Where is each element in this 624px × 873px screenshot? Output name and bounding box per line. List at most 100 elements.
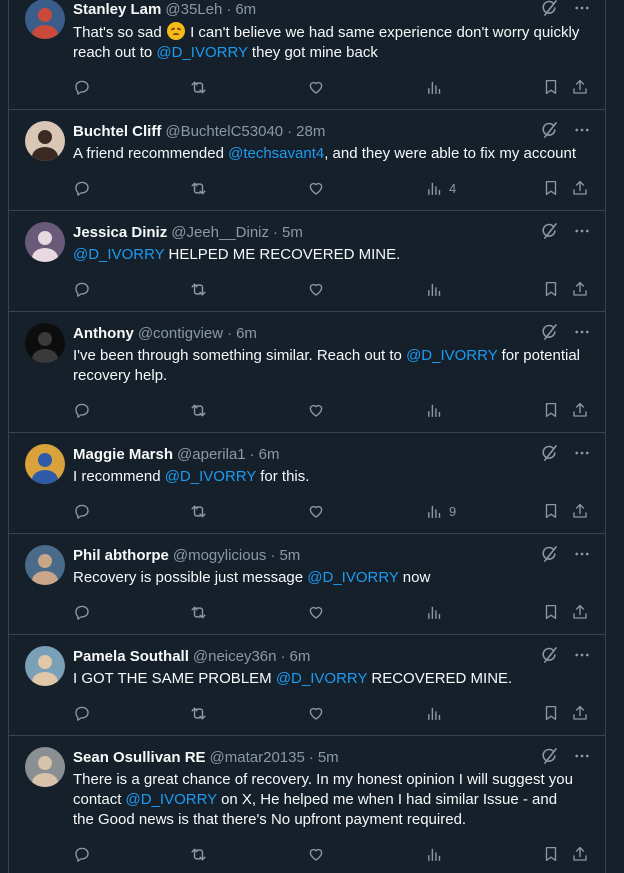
bookmark-button[interactable] — [542, 279, 560, 299]
share-button[interactable] — [571, 279, 589, 299]
bookmark-button[interactable] — [542, 400, 560, 420]
like-button[interactable] — [307, 279, 325, 299]
bookmark-button[interactable] — [542, 844, 560, 864]
reply-item[interactable]: Sean Osullivan RE @matar20135 · 5m There is … — [9, 736, 605, 873]
reply-item[interactable]: Stanley Lam @35Leh · 6m That's so sad I can'… — [9, 0, 605, 110]
author-handle[interactable]: @neicey36n — [193, 647, 277, 667]
like-button[interactable] — [307, 400, 325, 420]
repost-button[interactable] — [189, 77, 208, 97]
repost-button[interactable] — [189, 178, 208, 198]
grok-icon[interactable] — [539, 120, 559, 140]
timestamp[interactable]: 5m — [282, 223, 303, 243]
share-button[interactable] — [571, 400, 589, 420]
timestamp[interactable]: 6m — [259, 445, 280, 465]
views-button[interactable] — [426, 602, 443, 622]
share-button[interactable] — [571, 501, 589, 521]
avatar[interactable] — [25, 121, 65, 161]
grok-icon[interactable] — [539, 221, 559, 241]
timestamp[interactable]: 28m — [296, 122, 325, 142]
repost-button[interactable] — [189, 602, 208, 622]
mention-link[interactable]: @D_IVORRY — [276, 670, 367, 687]
views-button[interactable] — [426, 844, 443, 864]
grok-icon[interactable] — [539, 544, 559, 564]
more-icon[interactable] — [573, 646, 591, 664]
like-button[interactable] — [307, 703, 325, 723]
avatar[interactable] — [25, 323, 65, 363]
author-name[interactable]: Phil abthorpe — [73, 546, 169, 566]
share-button[interactable] — [571, 602, 589, 622]
reply-button[interactable] — [73, 844, 91, 864]
like-button[interactable] — [307, 178, 325, 198]
grok-icon[interactable] — [539, 322, 559, 342]
reply-button[interactable] — [73, 602, 91, 622]
bookmark-button[interactable] — [542, 703, 560, 723]
share-button[interactable] — [571, 77, 589, 97]
more-icon[interactable] — [573, 121, 591, 139]
reply-item[interactable]: Anthony @contigview · 6m I've been through s… — [9, 312, 605, 433]
share-button[interactable] — [571, 178, 589, 198]
more-icon[interactable] — [573, 545, 591, 563]
repost-button[interactable] — [189, 279, 208, 299]
reply-button[interactable] — [73, 703, 91, 723]
views-button[interactable] — [426, 703, 443, 723]
more-icon[interactable] — [573, 747, 591, 765]
reply-button[interactable] — [73, 279, 91, 299]
author-name[interactable]: Anthony — [73, 324, 134, 344]
mention-link[interactable]: @D_IVORRY — [126, 791, 217, 808]
reply-button[interactable] — [73, 501, 91, 521]
author-handle[interactable]: @mogylicious — [173, 546, 267, 566]
more-icon[interactable] — [573, 222, 591, 240]
grok-icon[interactable] — [539, 443, 559, 463]
mention-link[interactable]: @techsavant4 — [228, 145, 324, 162]
reply-item[interactable]: Phil abthorpe @mogylicious · 5m Recovery is … — [9, 534, 605, 635]
like-button[interactable] — [307, 77, 325, 97]
timestamp[interactable]: 5m — [318, 748, 339, 768]
author-handle[interactable]: @matar20135 — [210, 748, 305, 768]
reply-item[interactable]: Pamela Southall @neicey36n · 6m I GOT THE SA… — [9, 635, 605, 736]
timestamp[interactable]: 5m — [279, 546, 300, 566]
author-handle[interactable]: @aperila1 — [177, 445, 246, 465]
reply-item[interactable]: Buchtel Cliff @BuchtelC53040 · 28m A friend … — [9, 110, 605, 211]
reply-button[interactable] — [73, 178, 91, 198]
avatar[interactable] — [25, 545, 65, 585]
mention-link[interactable]: @D_IVORRY — [73, 246, 164, 263]
author-name[interactable]: Sean Osullivan RE — [73, 748, 206, 768]
author-name[interactable]: Maggie Marsh — [73, 445, 173, 465]
more-icon[interactable] — [573, 444, 591, 462]
like-button[interactable] — [307, 844, 325, 864]
timestamp[interactable]: 6m — [290, 647, 311, 667]
views-button[interactable] — [426, 279, 443, 299]
mention-link[interactable]: @D_IVORRY — [165, 468, 256, 485]
mention-link[interactable]: @D_IVORRY — [406, 347, 497, 364]
like-button[interactable] — [307, 602, 325, 622]
bookmark-button[interactable] — [542, 178, 560, 198]
share-button[interactable] — [571, 703, 589, 723]
repost-button[interactable] — [189, 501, 208, 521]
bookmark-button[interactable] — [542, 501, 560, 521]
author-handle[interactable]: @35Leh — [165, 0, 222, 20]
avatar[interactable] — [25, 222, 65, 262]
share-button[interactable] — [571, 844, 589, 864]
reply-item[interactable]: Jessica Diniz @Jeeh__Diniz · 5m @D_IVORRY HE… — [9, 211, 605, 312]
views-button[interactable] — [426, 77, 443, 97]
repost-button[interactable] — [189, 703, 208, 723]
repost-button[interactable] — [189, 844, 208, 864]
timestamp[interactable]: 6m — [235, 0, 256, 20]
mention-link[interactable]: @D_IVORRY — [156, 44, 247, 61]
views-button[interactable] — [426, 400, 443, 420]
grok-icon[interactable] — [539, 645, 559, 665]
avatar[interactable] — [25, 0, 65, 39]
repost-button[interactable] — [189, 400, 208, 420]
author-handle[interactable]: @contigview — [138, 324, 223, 344]
reply-item[interactable]: Maggie Marsh @aperila1 · 6m I recommend @D_I… — [9, 433, 605, 534]
grok-icon[interactable] — [539, 746, 559, 766]
more-icon[interactable] — [573, 323, 591, 341]
author-name[interactable]: Pamela Southall — [73, 647, 189, 667]
more-icon[interactable] — [573, 0, 591, 17]
author-handle[interactable]: @BuchtelC53040 — [165, 122, 283, 142]
avatar[interactable] — [25, 747, 65, 787]
like-button[interactable] — [307, 501, 325, 521]
author-name[interactable]: Buchtel Cliff — [73, 122, 161, 142]
reply-button[interactable] — [73, 77, 91, 97]
reply-button[interactable] — [73, 400, 91, 420]
